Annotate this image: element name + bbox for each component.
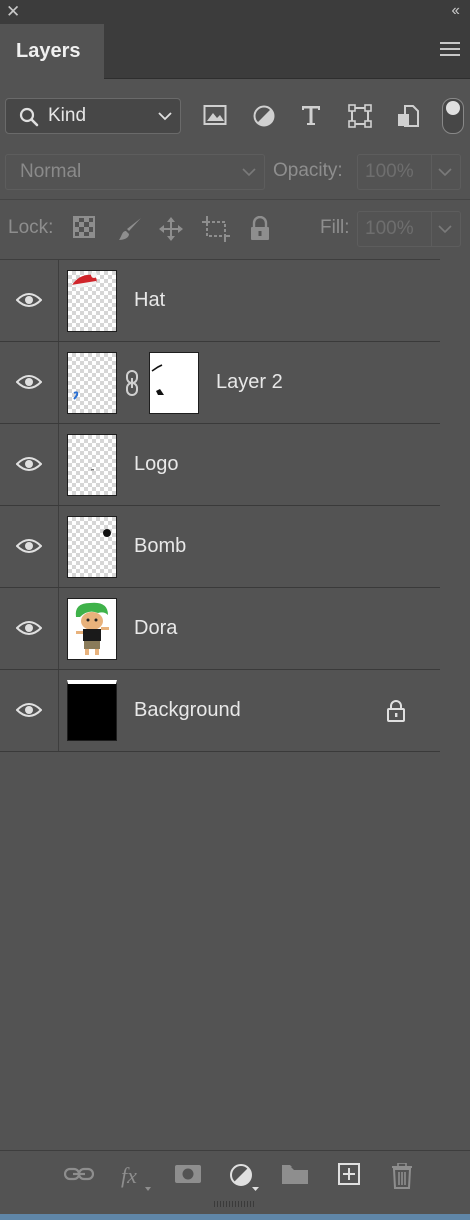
add-mask-icon[interactable] — [175, 1163, 201, 1185]
layer-row-layer-2[interactable]: Layer 2 — [0, 342, 440, 424]
search-icon — [19, 107, 39, 127]
chevron-down-icon — [438, 225, 452, 234]
layer-row-background[interactable]: Background — [0, 670, 440, 752]
layers-list: Hat Layer 2 Logo Bomb Dora Background — [0, 259, 440, 1150]
smart-object-filter-icon[interactable] — [397, 104, 419, 128]
eye-icon — [16, 539, 42, 553]
lock-all-icon[interactable] — [249, 216, 271, 242]
layer-row-logo[interactable]: Logo — [0, 424, 440, 506]
type-filter-icon[interactable] — [300, 104, 322, 126]
visibility-toggle[interactable] — [0, 424, 59, 505]
visibility-toggle[interactable] — [0, 260, 59, 341]
layer-thumbnail[interactable] — [67, 680, 117, 741]
fx-icon[interactable]: fx — [120, 1163, 152, 1193]
scrollbar[interactable] — [440, 259, 470, 1149]
layer-name: Bomb — [134, 535, 187, 557]
link-layers-icon[interactable] — [64, 1163, 94, 1185]
resize-grip[interactable] — [214, 1201, 254, 1207]
close-panel-icon[interactable]: ✕ — [6, 2, 20, 22]
layer-thumbnail[interactable] — [67, 270, 117, 332]
filter-row: Kind — [0, 80, 470, 142]
eye-icon — [16, 457, 42, 471]
tab-bar: Layers — [0, 24, 470, 79]
layer-name: Hat — [134, 289, 166, 311]
lock-position-icon[interactable] — [158, 216, 184, 242]
black-dot-icon — [103, 529, 111, 537]
layer-name: Dora — [134, 617, 178, 639]
lock-artboard-icon[interactable] — [202, 216, 230, 242]
layer-name: Background — [134, 699, 241, 721]
layer-row-dora[interactable]: Dora — [0, 588, 440, 670]
visibility-toggle[interactable] — [0, 588, 59, 669]
lock-row: Lock: Fill: 100% — [0, 200, 470, 258]
chevron-down-icon — [438, 168, 452, 177]
eye-icon — [16, 293, 42, 307]
layer-thumbnail[interactable] — [67, 598, 117, 660]
bottom-toolbar: fx — [0, 1150, 470, 1199]
layer-thumbnail[interactable] — [67, 434, 117, 496]
collapse-panel-icon[interactable]: ‹‹ — [451, 1, 460, 21]
layer-name: Logo — [134, 453, 179, 475]
layer-thumbnail[interactable] — [67, 516, 117, 578]
lock-transparent-pixels-icon[interactable] — [73, 216, 95, 238]
eye-icon — [16, 375, 42, 389]
delete-layer-icon[interactable] — [391, 1163, 413, 1189]
opacity-value: 100% — [365, 161, 414, 182]
layer-row-hat[interactable]: Hat — [0, 260, 440, 342]
fill-field[interactable]: 100% — [357, 211, 461, 247]
adjustment-filter-icon[interactable] — [252, 104, 276, 128]
mask-shape-icon — [151, 364, 164, 395]
blend-mode-value: Normal — [20, 161, 82, 182]
layer-mask-thumbnail[interactable] — [149, 352, 199, 414]
eye-icon — [16, 703, 42, 717]
panel-menu-icon[interactable] — [440, 42, 460, 60]
lock-image-pixels-icon[interactable] — [117, 216, 143, 242]
svg-text:fx: fx — [121, 1163, 137, 1188]
new-layer-icon[interactable] — [338, 1163, 360, 1185]
new-adjustment-icon[interactable] — [229, 1163, 261, 1193]
filter-kind-label: Kind — [48, 105, 87, 126]
lock-label: Lock: — [8, 217, 54, 238]
mask-link-icon[interactable] — [124, 370, 140, 396]
santa-hat-icon — [71, 272, 97, 288]
panel-top-strip: ✕ ‹‹ — [0, 0, 470, 24]
layer-thumbnail[interactable] — [67, 352, 117, 414]
opacity-label: Opacity: — [273, 160, 343, 181]
opacity-field[interactable]: 100% — [357, 154, 461, 190]
eye-icon — [16, 621, 42, 635]
tab-layers-label: Layers — [16, 40, 81, 62]
shape-filter-icon[interactable] — [348, 104, 372, 128]
blend-mode-dropdown[interactable]: Normal — [5, 154, 265, 190]
dora-character-icon — [75, 602, 109, 655]
new-group-icon[interactable] — [281, 1163, 309, 1185]
image-filter-icon[interactable] — [203, 104, 227, 126]
tiny-dot-icon — [91, 469, 94, 471]
fill-label: Fill: — [320, 217, 350, 238]
blue-mark-icon — [73, 391, 79, 400]
layer-row-bomb[interactable]: Bomb — [0, 506, 440, 588]
visibility-toggle[interactable] — [0, 342, 59, 423]
window-bottom-bar — [0, 1214, 470, 1220]
filter-toggle-switch[interactable] — [442, 98, 464, 134]
chevron-down-icon — [242, 168, 256, 177]
visibility-toggle[interactable] — [0, 670, 59, 751]
layer-name: Layer 2 — [216, 371, 283, 393]
chevron-down-icon — [158, 112, 172, 121]
lock-icon — [387, 700, 405, 722]
filter-kind-dropdown[interactable]: Kind — [5, 98, 181, 134]
visibility-toggle[interactable] — [0, 506, 59, 587]
fill-value: 100% — [365, 218, 414, 239]
tab-layers[interactable]: Layers — [0, 24, 104, 79]
blend-row: Normal Opacity: 100% — [0, 143, 470, 197]
